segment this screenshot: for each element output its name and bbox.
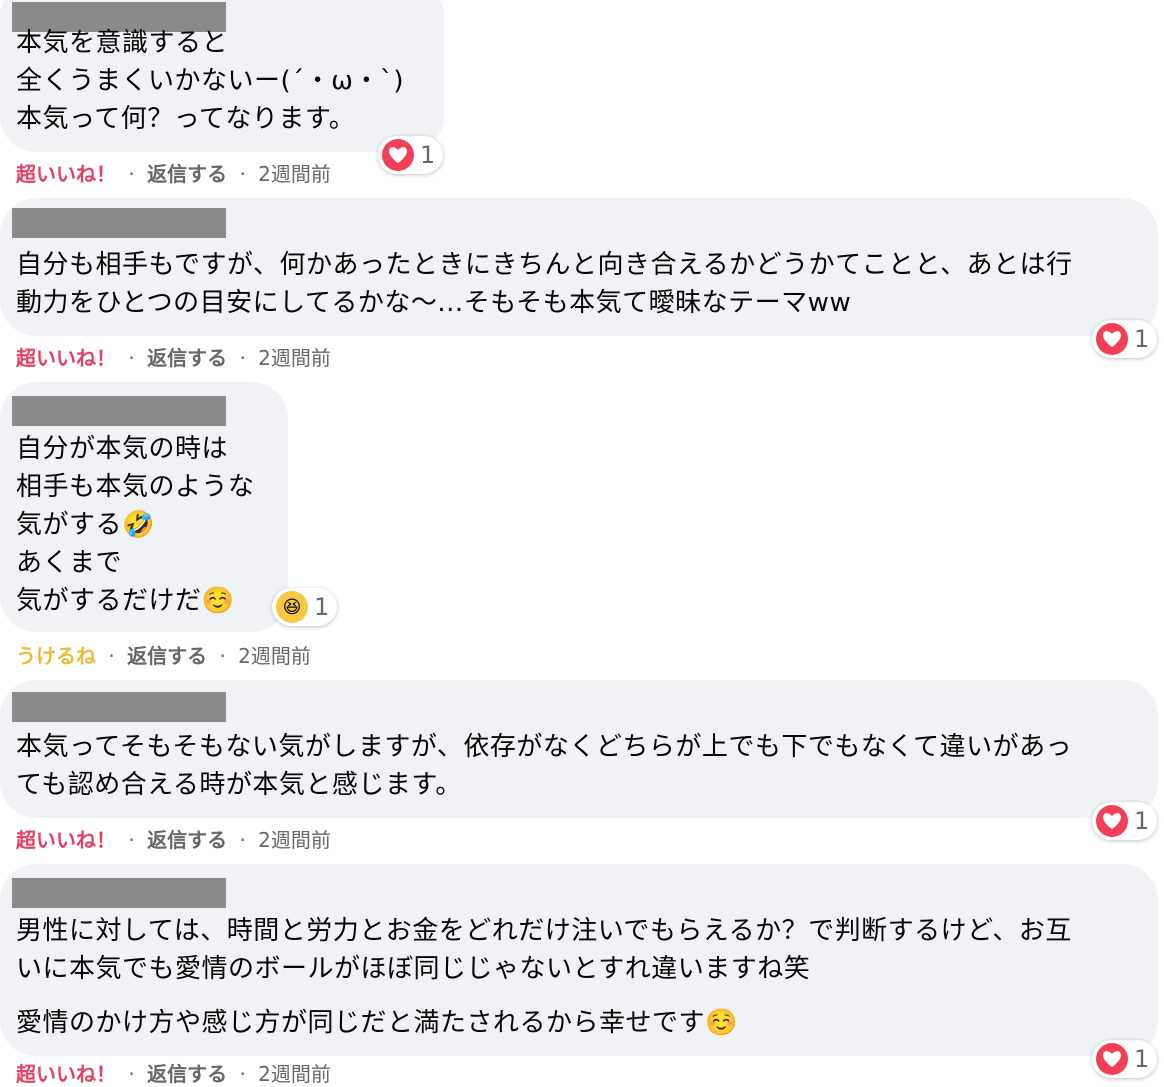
heart-icon xyxy=(1096,323,1128,355)
reply-link[interactable]: 返信する xyxy=(127,644,207,668)
haha-link[interactable]: うけるね xyxy=(16,644,96,668)
super-like-link[interactable]: 超いいね！ xyxy=(16,1062,116,1086)
separator: · xyxy=(239,1062,246,1086)
reply-link[interactable]: 返信する xyxy=(147,346,227,370)
comment-line: 男性に対しては、時間と労力とお金をどれだけ注いでもらえるか？で判断するけど、お互 xyxy=(16,916,1072,946)
comment-line: 気がするだけだ☺️ xyxy=(16,586,235,616)
separator: · xyxy=(239,828,246,852)
redacted-author-name[interactable] xyxy=(12,396,226,426)
separator: · xyxy=(239,162,246,186)
comment-line: 相手も本気のような xyxy=(16,472,255,502)
heart-icon xyxy=(1096,1043,1128,1075)
reaction-badge[interactable]: 1 xyxy=(1092,1040,1158,1078)
redacted-author-name[interactable] xyxy=(12,208,226,238)
comment-bubble: 本気を意識すると 全くうまくいかないー(´・ω・`) 本気って何？ってなります。 xyxy=(0,0,444,152)
super-like-link[interactable]: 超いいね！ xyxy=(16,346,116,370)
timestamp[interactable]: 2週間前 xyxy=(258,162,331,186)
separator: · xyxy=(128,1062,135,1086)
comment-bubble: 本気ってそもそもない気がしますが、依存がなくどちらが上でも下でもなくて違いがあっ… xyxy=(0,680,1158,818)
reaction-count: 1 xyxy=(1134,1045,1150,1073)
timestamp[interactable]: 2週間前 xyxy=(258,1062,331,1086)
comment-actions: うけるね · 返信する · 2週間前 xyxy=(16,640,311,669)
comment-actions: 超いいね！ · 返信する · 2週間前 xyxy=(16,1058,331,1087)
reaction-count: 1 xyxy=(314,593,330,621)
comment-line: 本気って何？ってなります。 xyxy=(16,104,356,134)
separator: · xyxy=(108,644,115,668)
comment-line: いに本気でも愛情のボールがほぼ同じじゃないとすれ違いますね笑 xyxy=(16,954,811,984)
super-like-link[interactable]: 超いいね！ xyxy=(16,828,116,852)
comment-bubble: 男性に対しては、時間と労力とお金をどれだけ注いでもらえるか？で判断するけど、お互… xyxy=(0,864,1158,1056)
comment-actions: 超いいね！ · 返信する · 2週間前 xyxy=(16,824,331,853)
reply-link[interactable]: 返信する xyxy=(147,1062,227,1086)
separator: · xyxy=(239,346,246,370)
separator: · xyxy=(128,162,135,186)
heart-icon xyxy=(1096,805,1128,837)
comment-actions: 超いいね！ · 返信する · 2週間前 xyxy=(16,158,331,187)
comment-line: 全くうまくいかないー(´・ω・`) xyxy=(16,66,405,96)
comment-actions: 超いいね！ · 返信する · 2週間前 xyxy=(16,342,331,371)
separator: · xyxy=(128,346,135,370)
comment-line: あくまで xyxy=(16,548,123,578)
reply-link[interactable]: 返信する xyxy=(147,828,227,852)
separator: · xyxy=(219,644,226,668)
comment-line: 愛情のかけ方や感じ方が同じだと満たされるから幸せです☺️ xyxy=(16,1008,738,1038)
reply-link[interactable]: 返信する xyxy=(147,162,227,186)
comment-line: 気がする🤣 xyxy=(16,510,155,540)
reaction-badge[interactable]: 😆 1 xyxy=(272,588,338,626)
comment-bubble: 自分も相手もですが、何かあったときにきちんと向き合えるかどうかてことと、あとは行… xyxy=(0,198,1158,336)
reaction-count: 1 xyxy=(1134,325,1150,353)
redacted-author-name[interactable] xyxy=(12,692,226,722)
comment-line: 自分も相手もですが、何かあったときにきちんと向き合えるかどうかてことと、あとは行 xyxy=(16,250,1073,280)
comment-bubble: 自分が本気の時は 相手も本気のような 気がする🤣 あくまで 気がするだけだ☺️ xyxy=(0,382,288,632)
reaction-badge[interactable]: 1 xyxy=(1092,320,1158,358)
comment-line: 本気ってそもそもない気がしますが、依存がなくどちらが上でも下でもなくて違いがあっ xyxy=(16,732,1073,762)
super-like-link[interactable]: 超いいね！ xyxy=(16,162,116,186)
reaction-count: 1 xyxy=(420,141,436,169)
separator: · xyxy=(128,828,135,852)
comment-line: 動力をひとつの目安にしてるかな〜...そもそも本気て曖昧なテーマww xyxy=(16,288,852,318)
haha-icon: 😆 xyxy=(276,591,308,623)
timestamp[interactable]: 2週間前 xyxy=(258,346,331,370)
comment-line: 自分が本気の時は xyxy=(16,434,229,464)
timestamp[interactable]: 2週間前 xyxy=(238,644,311,668)
redacted-author-name[interactable] xyxy=(12,878,226,908)
comment-line: 本気を意識すると xyxy=(16,28,229,58)
reaction-badge[interactable]: 1 xyxy=(1092,802,1158,840)
comment-line: ても認め合える時が本気と感じます。 xyxy=(16,770,462,800)
heart-icon xyxy=(382,139,414,171)
reaction-badge[interactable]: 1 xyxy=(378,136,444,174)
reaction-count: 1 xyxy=(1134,807,1150,835)
timestamp[interactable]: 2週間前 xyxy=(258,828,331,852)
